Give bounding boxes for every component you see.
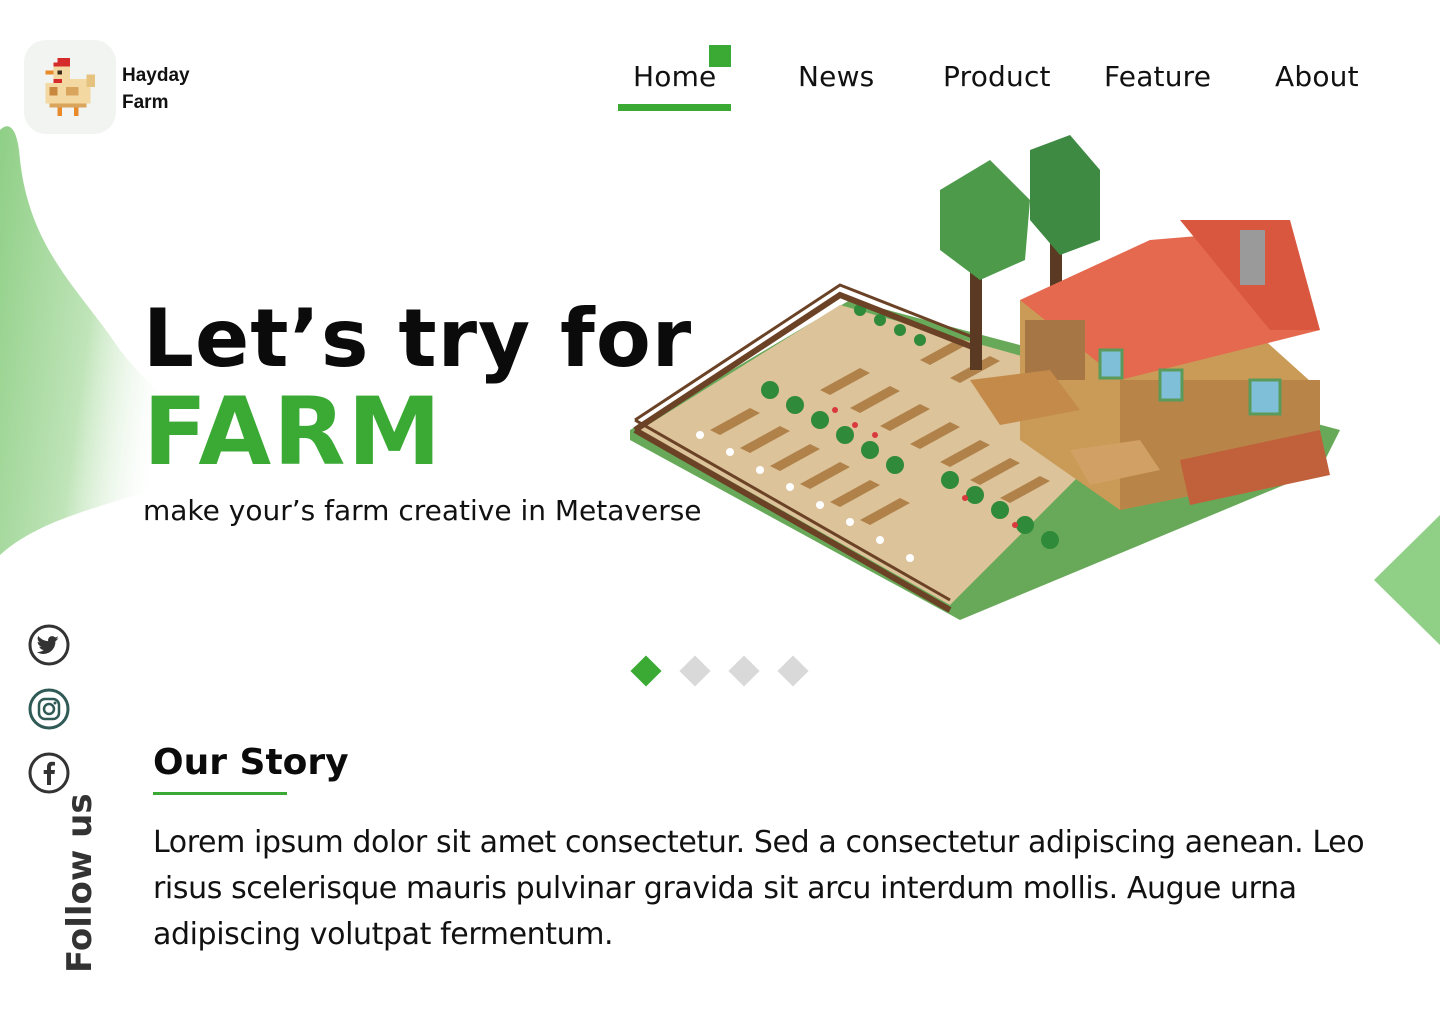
pixel-chicken-icon — [45, 58, 95, 116]
hero-title: Let’s try for — [143, 292, 693, 385]
story-title: Our Story — [153, 742, 349, 783]
nav-item-feature[interactable]: Feature — [1104, 60, 1211, 93]
isometric-farm-house-illustration — [630, 135, 1340, 620]
brand-name-line1: Hayday — [122, 65, 190, 86]
hero-highlight: FARM — [143, 378, 444, 487]
brand-name-line2: Farm — [122, 92, 169, 113]
logo[interactable] — [24, 40, 116, 134]
instagram-icon[interactable] — [28, 688, 70, 730]
main-nav: Home News Product Feature About — [600, 40, 1400, 120]
carousel-dot-2[interactable] — [679, 655, 711, 687]
twitter-icon[interactable] — [28, 624, 70, 666]
brand-name: Hayday Farm — [122, 62, 190, 116]
decorative-green-triangle — [1374, 515, 1440, 645]
nav-item-product[interactable]: Product — [943, 60, 1051, 93]
carousel-dot-3[interactable] — [728, 655, 760, 687]
facebook-icon[interactable] — [28, 752, 70, 794]
carousel-dot-4[interactable] — [777, 655, 809, 687]
nav-item-news[interactable]: News — [798, 60, 874, 93]
nav-active-underline — [618, 104, 731, 111]
story-body: Lorem ipsum dolor sit amet consectetur. … — [153, 825, 1365, 952]
nav-item-about[interactable]: About — [1275, 60, 1359, 93]
hero-subtitle: make your’s farm creative in Metaverse — [143, 494, 702, 527]
story-title-underline — [153, 792, 287, 795]
carousel-dot-1[interactable] — [630, 655, 662, 687]
carousel-indicators — [630, 655, 820, 689]
nav-item-home[interactable]: Home — [633, 60, 717, 93]
follow-us-text: Follow us — [60, 793, 100, 973]
follow-us-label: Follow us — [20, 793, 100, 985]
